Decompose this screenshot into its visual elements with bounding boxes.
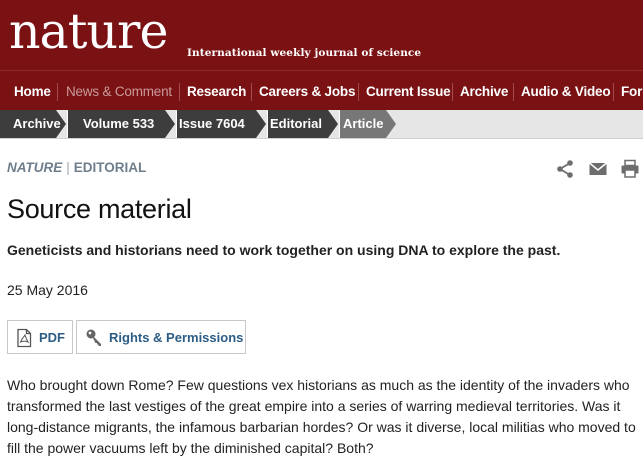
nav-divider (358, 83, 359, 101)
masthead: nature International weekly journal of s… (0, 0, 643, 70)
section-name[interactable]: EDITORIAL (74, 160, 147, 175)
nav-current-issue[interactable]: Current Issue (366, 71, 451, 110)
breadcrumb-issue[interactable]: Issue 7604 (179, 110, 245, 138)
nav-archive[interactable]: Archive (460, 71, 508, 110)
section-separator: | (66, 160, 70, 175)
journal-name[interactable]: NATURE (7, 160, 62, 175)
publication-date: 25 May 2016 (7, 282, 88, 298)
nav-careers-jobs[interactable]: Careers & Jobs (259, 71, 355, 110)
pdf-button[interactable]: PDF (7, 320, 73, 354)
breadcrumb-archive[interactable]: Archive (13, 110, 61, 138)
article-section-label: NATURE | EDITORIAL (7, 160, 146, 175)
nav-divider (179, 83, 180, 101)
print-icon[interactable] (620, 159, 640, 179)
pdf-document-icon (17, 328, 32, 348)
nav-divider (57, 83, 58, 101)
nav-divider (513, 83, 514, 101)
breadcrumb: Archive Volume 533 Issue 7604 Editorial … (0, 110, 643, 139)
article-body-paragraph: Who brought down Rome? Few questions vex… (7, 377, 636, 456)
nav-divider (251, 83, 252, 101)
breadcrumb-arrow (165, 110, 175, 138)
breadcrumb-volume[interactable]: Volume 533 (83, 110, 154, 138)
breadcrumb-arrow (386, 110, 396, 138)
article-title: Source material (7, 194, 192, 224)
nav-home[interactable]: Home (14, 71, 51, 110)
key-icon (86, 329, 101, 346)
share-icon[interactable] (555, 159, 575, 179)
rights-permissions-label: Rights & Permissions (109, 330, 244, 345)
nav-news-comment[interactable]: News & Comment (66, 71, 172, 110)
tagline: International weekly journal of science (187, 47, 422, 59)
breadcrumb-arrow (256, 110, 266, 138)
rights-permissions-button[interactable]: Rights & Permissions (76, 320, 246, 354)
nav-divider (613, 83, 614, 101)
nav-audio-video[interactable]: Audio & Video (521, 71, 611, 110)
article-tools (555, 159, 641, 179)
breadcrumb-arrow (328, 110, 338, 138)
breadcrumb-editorial[interactable]: Editorial (270, 110, 322, 138)
nature-logo[interactable]: nature (9, 6, 168, 58)
nav-divider (452, 83, 453, 101)
email-icon[interactable] (588, 159, 608, 179)
breadcrumb-article: Article (343, 116, 384, 131)
article-standfirst: Geneticists and historians need to work … (7, 242, 561, 258)
nav-for[interactable]: For (621, 71, 642, 110)
pdf-button-label: PDF (39, 330, 65, 345)
nav-research[interactable]: Research (187, 71, 246, 110)
main-nav: Home News & Comment Research Careers & J… (0, 70, 643, 110)
